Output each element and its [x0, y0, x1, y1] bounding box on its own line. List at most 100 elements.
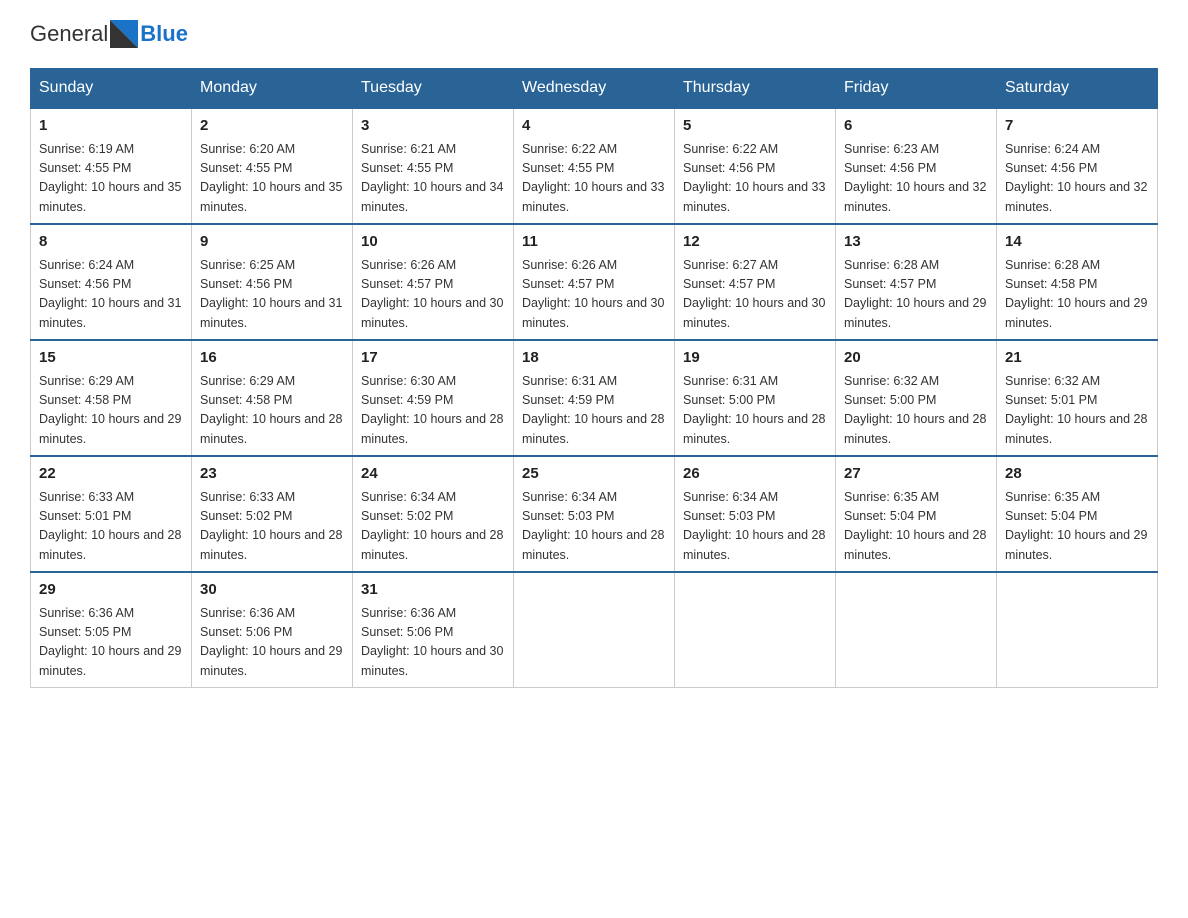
- calendar-cell: 10 Sunrise: 6:26 AM Sunset: 4:57 PM Dayl…: [353, 224, 514, 340]
- day-number: 6: [844, 115, 988, 138]
- calendar-cell: 13 Sunrise: 6:28 AM Sunset: 4:57 PM Dayl…: [836, 224, 997, 340]
- calendar-cell: 31 Sunrise: 6:36 AM Sunset: 5:06 PM Dayl…: [353, 572, 514, 688]
- calendar-cell: 22 Sunrise: 6:33 AM Sunset: 5:01 PM Dayl…: [31, 456, 192, 572]
- day-number: 27: [844, 463, 988, 486]
- day-number: 13: [844, 231, 988, 254]
- calendar-header-row: SundayMondayTuesdayWednesdayThursdayFrid…: [31, 69, 1158, 109]
- day-info: Sunrise: 6:29 AM Sunset: 4:58 PM Dayligh…: [39, 372, 183, 450]
- day-number: 17: [361, 347, 505, 370]
- calendar-cell: 26 Sunrise: 6:34 AM Sunset: 5:03 PM Dayl…: [675, 456, 836, 572]
- calendar-cell: 25 Sunrise: 6:34 AM Sunset: 5:03 PM Dayl…: [514, 456, 675, 572]
- calendar-cell: 23 Sunrise: 6:33 AM Sunset: 5:02 PM Dayl…: [192, 456, 353, 572]
- day-info: Sunrise: 6:33 AM Sunset: 5:01 PM Dayligh…: [39, 488, 183, 566]
- calendar-cell: 15 Sunrise: 6:29 AM Sunset: 4:58 PM Dayl…: [31, 340, 192, 456]
- calendar-cell: 29 Sunrise: 6:36 AM Sunset: 5:05 PM Dayl…: [31, 572, 192, 688]
- page-header: General Blue: [30, 20, 1158, 48]
- col-header-wednesday: Wednesday: [514, 69, 675, 109]
- calendar-cell: 16 Sunrise: 6:29 AM Sunset: 4:58 PM Dayl…: [192, 340, 353, 456]
- calendar-week-row: 22 Sunrise: 6:33 AM Sunset: 5:01 PM Dayl…: [31, 456, 1158, 572]
- day-info: Sunrise: 6:28 AM Sunset: 4:58 PM Dayligh…: [1005, 256, 1149, 334]
- calendar-cell: 17 Sunrise: 6:30 AM Sunset: 4:59 PM Dayl…: [353, 340, 514, 456]
- day-info: Sunrise: 6:22 AM Sunset: 4:55 PM Dayligh…: [522, 140, 666, 218]
- calendar-cell: 12 Sunrise: 6:27 AM Sunset: 4:57 PM Dayl…: [675, 224, 836, 340]
- calendar-cell: 27 Sunrise: 6:35 AM Sunset: 5:04 PM Dayl…: [836, 456, 997, 572]
- day-number: 28: [1005, 463, 1149, 486]
- calendar-cell: 1 Sunrise: 6:19 AM Sunset: 4:55 PM Dayli…: [31, 108, 192, 224]
- day-number: 23: [200, 463, 344, 486]
- day-number: 24: [361, 463, 505, 486]
- day-number: 7: [1005, 115, 1149, 138]
- day-info: Sunrise: 6:30 AM Sunset: 4:59 PM Dayligh…: [361, 372, 505, 450]
- day-number: 22: [39, 463, 183, 486]
- calendar-cell: 3 Sunrise: 6:21 AM Sunset: 4:55 PM Dayli…: [353, 108, 514, 224]
- calendar-cell: 20 Sunrise: 6:32 AM Sunset: 5:00 PM Dayl…: [836, 340, 997, 456]
- day-number: 1: [39, 115, 183, 138]
- day-number: 12: [683, 231, 827, 254]
- day-number: 20: [844, 347, 988, 370]
- calendar-table: SundayMondayTuesdayWednesdayThursdayFrid…: [30, 68, 1158, 688]
- day-info: Sunrise: 6:23 AM Sunset: 4:56 PM Dayligh…: [844, 140, 988, 218]
- calendar-cell: [836, 572, 997, 688]
- calendar-cell: 5 Sunrise: 6:22 AM Sunset: 4:56 PM Dayli…: [675, 108, 836, 224]
- calendar-cell: 30 Sunrise: 6:36 AM Sunset: 5:06 PM Dayl…: [192, 572, 353, 688]
- day-number: 2: [200, 115, 344, 138]
- calendar-cell: 7 Sunrise: 6:24 AM Sunset: 4:56 PM Dayli…: [997, 108, 1158, 224]
- day-number: 21: [1005, 347, 1149, 370]
- day-info: Sunrise: 6:24 AM Sunset: 4:56 PM Dayligh…: [39, 256, 183, 334]
- col-header-saturday: Saturday: [997, 69, 1158, 109]
- day-number: 26: [683, 463, 827, 486]
- day-number: 14: [1005, 231, 1149, 254]
- logo-general: General: [30, 21, 108, 47]
- day-number: 18: [522, 347, 666, 370]
- logo-blue: Blue: [140, 21, 188, 47]
- day-info: Sunrise: 6:34 AM Sunset: 5:02 PM Dayligh…: [361, 488, 505, 566]
- day-number: 10: [361, 231, 505, 254]
- day-info: Sunrise: 6:34 AM Sunset: 5:03 PM Dayligh…: [522, 488, 666, 566]
- logo: General Blue: [30, 20, 188, 48]
- calendar-week-row: 1 Sunrise: 6:19 AM Sunset: 4:55 PM Dayli…: [31, 108, 1158, 224]
- calendar-cell: 9 Sunrise: 6:25 AM Sunset: 4:56 PM Dayli…: [192, 224, 353, 340]
- day-number: 15: [39, 347, 183, 370]
- calendar-cell: 14 Sunrise: 6:28 AM Sunset: 4:58 PM Dayl…: [997, 224, 1158, 340]
- day-info: Sunrise: 6:22 AM Sunset: 4:56 PM Dayligh…: [683, 140, 827, 218]
- calendar-cell: 28 Sunrise: 6:35 AM Sunset: 5:04 PM Dayl…: [997, 456, 1158, 572]
- calendar-week-row: 8 Sunrise: 6:24 AM Sunset: 4:56 PM Dayli…: [31, 224, 1158, 340]
- day-info: Sunrise: 6:29 AM Sunset: 4:58 PM Dayligh…: [200, 372, 344, 450]
- day-info: Sunrise: 6:36 AM Sunset: 5:06 PM Dayligh…: [361, 604, 505, 682]
- day-info: Sunrise: 6:26 AM Sunset: 4:57 PM Dayligh…: [522, 256, 666, 334]
- day-info: Sunrise: 6:26 AM Sunset: 4:57 PM Dayligh…: [361, 256, 505, 334]
- col-header-thursday: Thursday: [675, 69, 836, 109]
- col-header-tuesday: Tuesday: [353, 69, 514, 109]
- calendar-cell: 18 Sunrise: 6:31 AM Sunset: 4:59 PM Dayl…: [514, 340, 675, 456]
- calendar-week-row: 15 Sunrise: 6:29 AM Sunset: 4:58 PM Dayl…: [31, 340, 1158, 456]
- day-info: Sunrise: 6:27 AM Sunset: 4:57 PM Dayligh…: [683, 256, 827, 334]
- day-number: 29: [39, 579, 183, 602]
- calendar-cell: 6 Sunrise: 6:23 AM Sunset: 4:56 PM Dayli…: [836, 108, 997, 224]
- day-info: Sunrise: 6:19 AM Sunset: 4:55 PM Dayligh…: [39, 140, 183, 218]
- calendar-cell: [675, 572, 836, 688]
- col-header-friday: Friday: [836, 69, 997, 109]
- day-info: Sunrise: 6:28 AM Sunset: 4:57 PM Dayligh…: [844, 256, 988, 334]
- day-info: Sunrise: 6:35 AM Sunset: 5:04 PM Dayligh…: [844, 488, 988, 566]
- calendar-cell: 19 Sunrise: 6:31 AM Sunset: 5:00 PM Dayl…: [675, 340, 836, 456]
- calendar-week-row: 29 Sunrise: 6:36 AM Sunset: 5:05 PM Dayl…: [31, 572, 1158, 688]
- calendar-cell: 11 Sunrise: 6:26 AM Sunset: 4:57 PM Dayl…: [514, 224, 675, 340]
- day-number: 25: [522, 463, 666, 486]
- day-number: 9: [200, 231, 344, 254]
- day-info: Sunrise: 6:35 AM Sunset: 5:04 PM Dayligh…: [1005, 488, 1149, 566]
- col-header-sunday: Sunday: [31, 69, 192, 109]
- calendar-cell: [514, 572, 675, 688]
- day-number: 3: [361, 115, 505, 138]
- day-number: 11: [522, 231, 666, 254]
- day-info: Sunrise: 6:32 AM Sunset: 5:00 PM Dayligh…: [844, 372, 988, 450]
- calendar-cell: 2 Sunrise: 6:20 AM Sunset: 4:55 PM Dayli…: [192, 108, 353, 224]
- calendar-cell: 21 Sunrise: 6:32 AM Sunset: 5:01 PM Dayl…: [997, 340, 1158, 456]
- logo-icon: [110, 20, 138, 48]
- day-info: Sunrise: 6:32 AM Sunset: 5:01 PM Dayligh…: [1005, 372, 1149, 450]
- day-number: 8: [39, 231, 183, 254]
- day-info: Sunrise: 6:24 AM Sunset: 4:56 PM Dayligh…: [1005, 140, 1149, 218]
- day-info: Sunrise: 6:25 AM Sunset: 4:56 PM Dayligh…: [200, 256, 344, 334]
- day-number: 4: [522, 115, 666, 138]
- day-info: Sunrise: 6:31 AM Sunset: 4:59 PM Dayligh…: [522, 372, 666, 450]
- day-number: 19: [683, 347, 827, 370]
